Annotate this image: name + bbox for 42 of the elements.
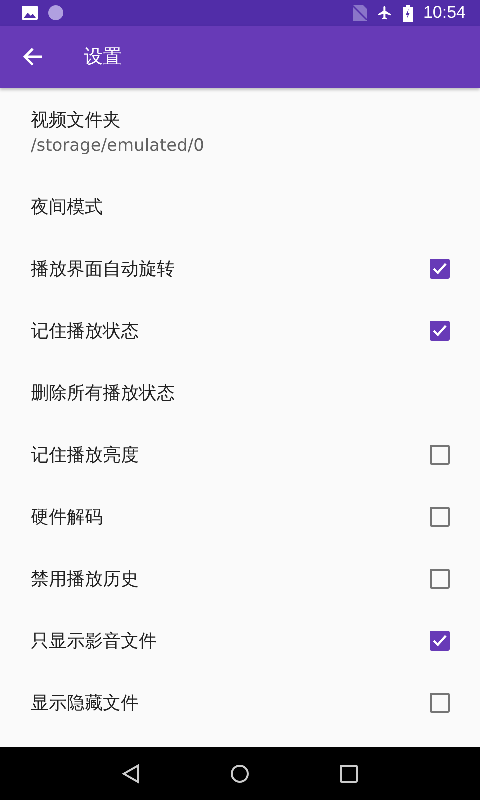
setting-title: 只显示影音文件 bbox=[31, 630, 158, 653]
setting-title: 视频文件夹 bbox=[31, 109, 121, 132]
checkbox[interactable] bbox=[430, 693, 450, 713]
checkbox[interactable] bbox=[430, 631, 450, 651]
battery-charging-icon bbox=[403, 4, 414, 22]
circle-icon bbox=[48, 5, 64, 21]
no-sim-icon bbox=[353, 5, 368, 21]
setting-title: 禁用播放历史 bbox=[31, 568, 140, 591]
checkbox[interactable] bbox=[430, 569, 450, 589]
check-icon bbox=[433, 635, 447, 647]
check-icon bbox=[433, 325, 447, 337]
airplane-icon bbox=[377, 5, 394, 21]
setting-title: 记住播放亮度 bbox=[31, 444, 140, 467]
setting-title: 记住播放状态 bbox=[31, 320, 140, 343]
back-arrow-icon[interactable] bbox=[23, 48, 43, 66]
setting-item[interactable]: 记住播放亮度 bbox=[0, 424, 480, 486]
recents-square-icon[interactable] bbox=[340, 764, 358, 782]
setting-item[interactable]: 显示隐藏文件 bbox=[0, 672, 480, 734]
setting-item[interactable]: 视频文件夹 /storage/emulated/0 bbox=[0, 88, 480, 176]
setting-summary: /storage/emulated/0 bbox=[31, 136, 204, 156]
setting-item[interactable]: 只显示影音文件 bbox=[0, 610, 480, 672]
setting-title: 硬件解码 bbox=[31, 506, 104, 529]
checkbox[interactable] bbox=[430, 445, 450, 465]
checkbox[interactable] bbox=[430, 259, 450, 279]
setting-item[interactable]: 删除所有播放状态 bbox=[0, 362, 480, 424]
setting-title: 显示隐藏文件 bbox=[31, 692, 140, 715]
setting-title: 删除所有播放状态 bbox=[31, 382, 176, 405]
image-icon bbox=[22, 6, 38, 20]
setting-item[interactable]: 夜间模式 bbox=[0, 176, 480, 238]
check-icon bbox=[433, 263, 447, 275]
setting-title: 夜间模式 bbox=[31, 196, 104, 219]
setting-item[interactable]: 禁用播放历史 bbox=[0, 548, 480, 610]
setting-title: 播放界面自动旋转 bbox=[31, 258, 176, 281]
status-time: 10:54 bbox=[423, 3, 466, 23]
checkbox[interactable] bbox=[430, 321, 450, 341]
home-circle-icon[interactable] bbox=[230, 764, 250, 784]
screen-title: 设置 bbox=[84, 45, 122, 70]
checkbox[interactable] bbox=[430, 507, 450, 527]
setting-item[interactable]: 硬件解码 bbox=[0, 486, 480, 548]
setting-item[interactable]: 记住播放状态 bbox=[0, 300, 480, 362]
back-triangle-icon[interactable] bbox=[122, 764, 140, 784]
setting-item[interactable]: 播放界面自动旋转 bbox=[0, 238, 480, 300]
